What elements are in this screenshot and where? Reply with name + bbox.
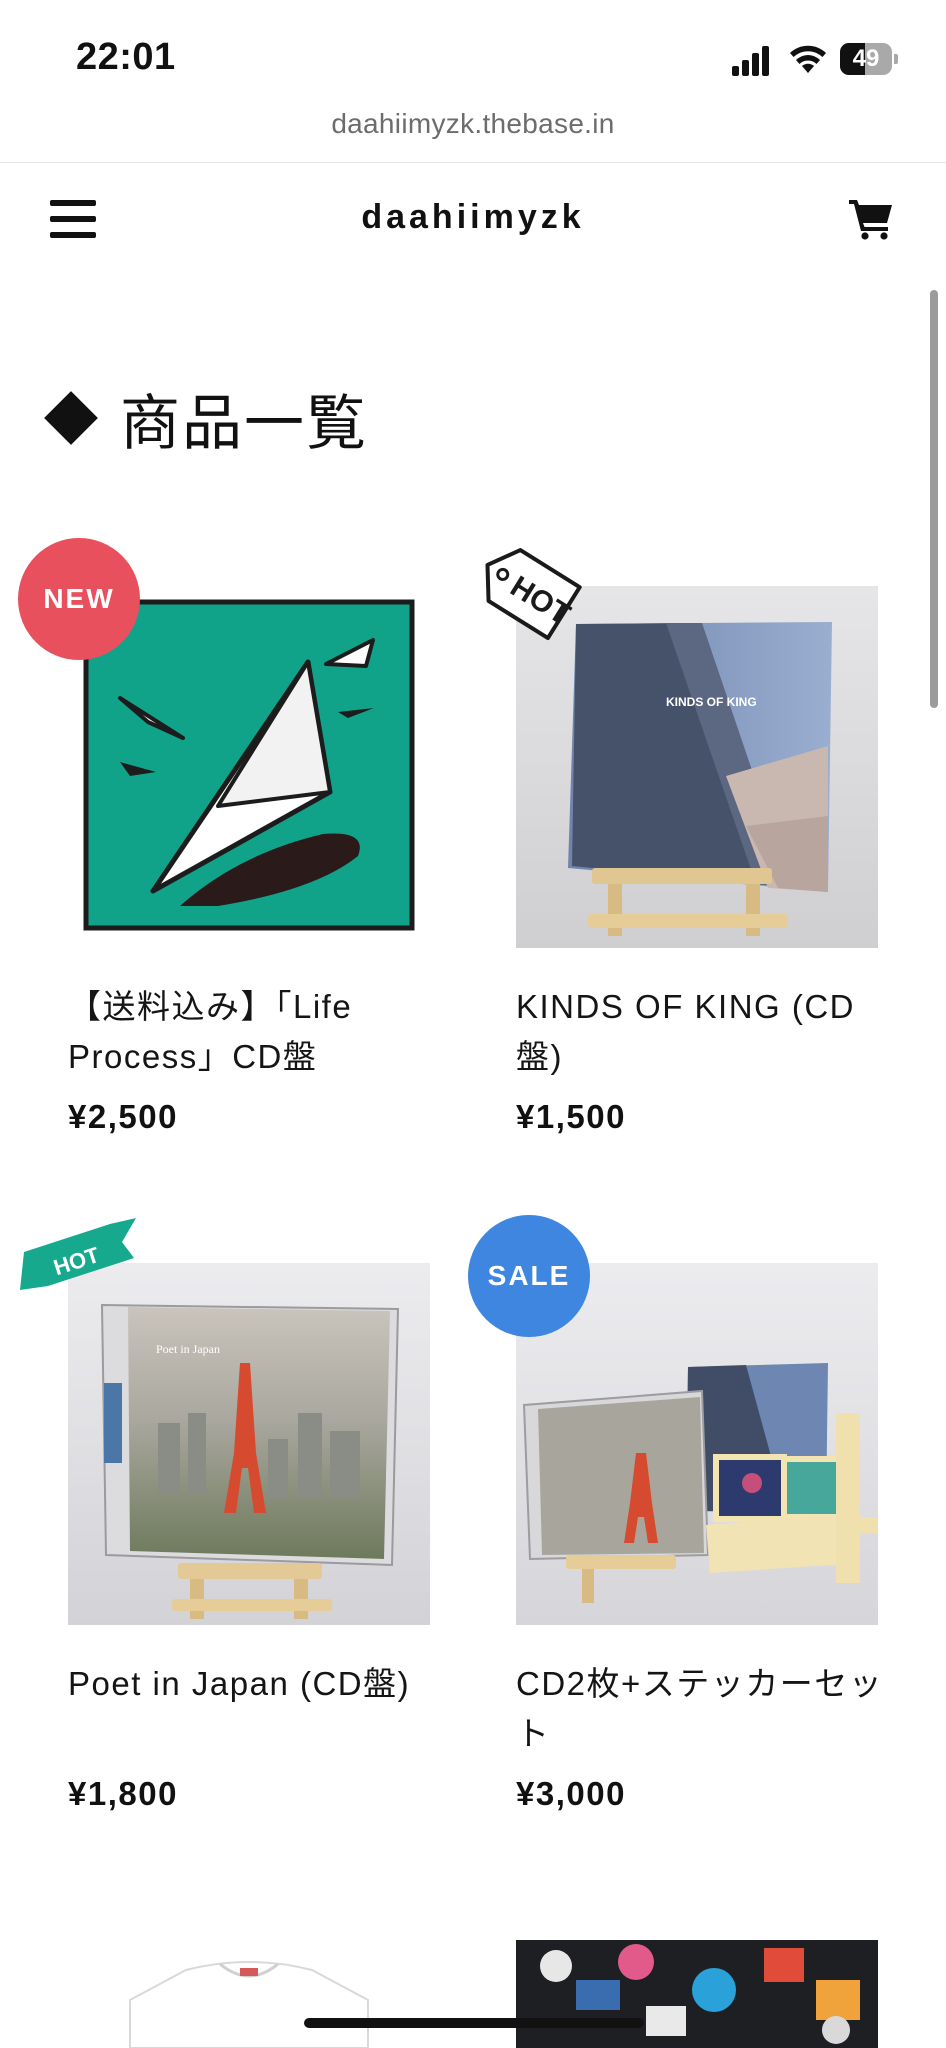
product-title[interactable]: 【送料込み】「Life Process」CD盤 <box>68 982 448 1082</box>
divider <box>0 162 946 163</box>
product-card-tshirt[interactable] <box>68 1940 430 2048</box>
new-badge: NEW <box>18 538 140 660</box>
battery-icon: 49 <box>840 43 898 75</box>
wifi-icon <box>790 45 826 73</box>
status-time: 22:01 <box>76 36 176 78</box>
product-title[interactable]: CD2枚+ステッカーセット <box>516 1659 896 1759</box>
product-price: ¥1,800 <box>68 1775 178 1812</box>
cart-icon[interactable] <box>848 196 894 240</box>
status-bar: 22:01 49 <box>0 0 946 120</box>
url-text: daahiimyzk.thebase.in <box>331 108 615 139</box>
hot-ribbon-badge: HOT <box>20 1218 136 1290</box>
scrollbar[interactable] <box>930 290 938 708</box>
section-title: 商品一覧 <box>120 389 368 457</box>
battery-percent: 49 <box>852 45 880 72</box>
product-image[interactable] <box>68 1940 430 2048</box>
product-image[interactable]: Poet in Japan <box>68 1263 430 1625</box>
shop-title[interactable]: daahiimyzk <box>0 198 946 237</box>
sale-badge: SALE <box>468 1215 590 1337</box>
product-price: ¥3,000 <box>516 1775 626 1812</box>
product-title[interactable]: Poet in Japan (CD盤) <box>68 1659 448 1709</box>
product-price: ¥1,500 <box>516 1098 626 1135</box>
section-heading: 商品一覧 <box>42 378 368 458</box>
svg-text:Poet in Japan: Poet in Japan <box>156 1342 220 1356</box>
url-bar[interactable]: daahiimyzk.thebase.in <box>0 108 946 164</box>
diamond-icon <box>44 391 98 445</box>
product-price: ¥2,500 <box>68 1098 178 1135</box>
hot-tag-icon: HOT <box>485 548 582 641</box>
product-image[interactable] <box>516 1940 878 2048</box>
cellular-signal-icon <box>732 46 772 76</box>
home-indicator[interactable] <box>304 2018 644 2028</box>
svg-text:KINDS OF KING: KINDS OF KING <box>666 695 757 709</box>
product-card-stickers[interactable] <box>516 1940 878 2048</box>
product-title[interactable]: KINDS OF KING (CD盤) <box>516 982 896 1082</box>
